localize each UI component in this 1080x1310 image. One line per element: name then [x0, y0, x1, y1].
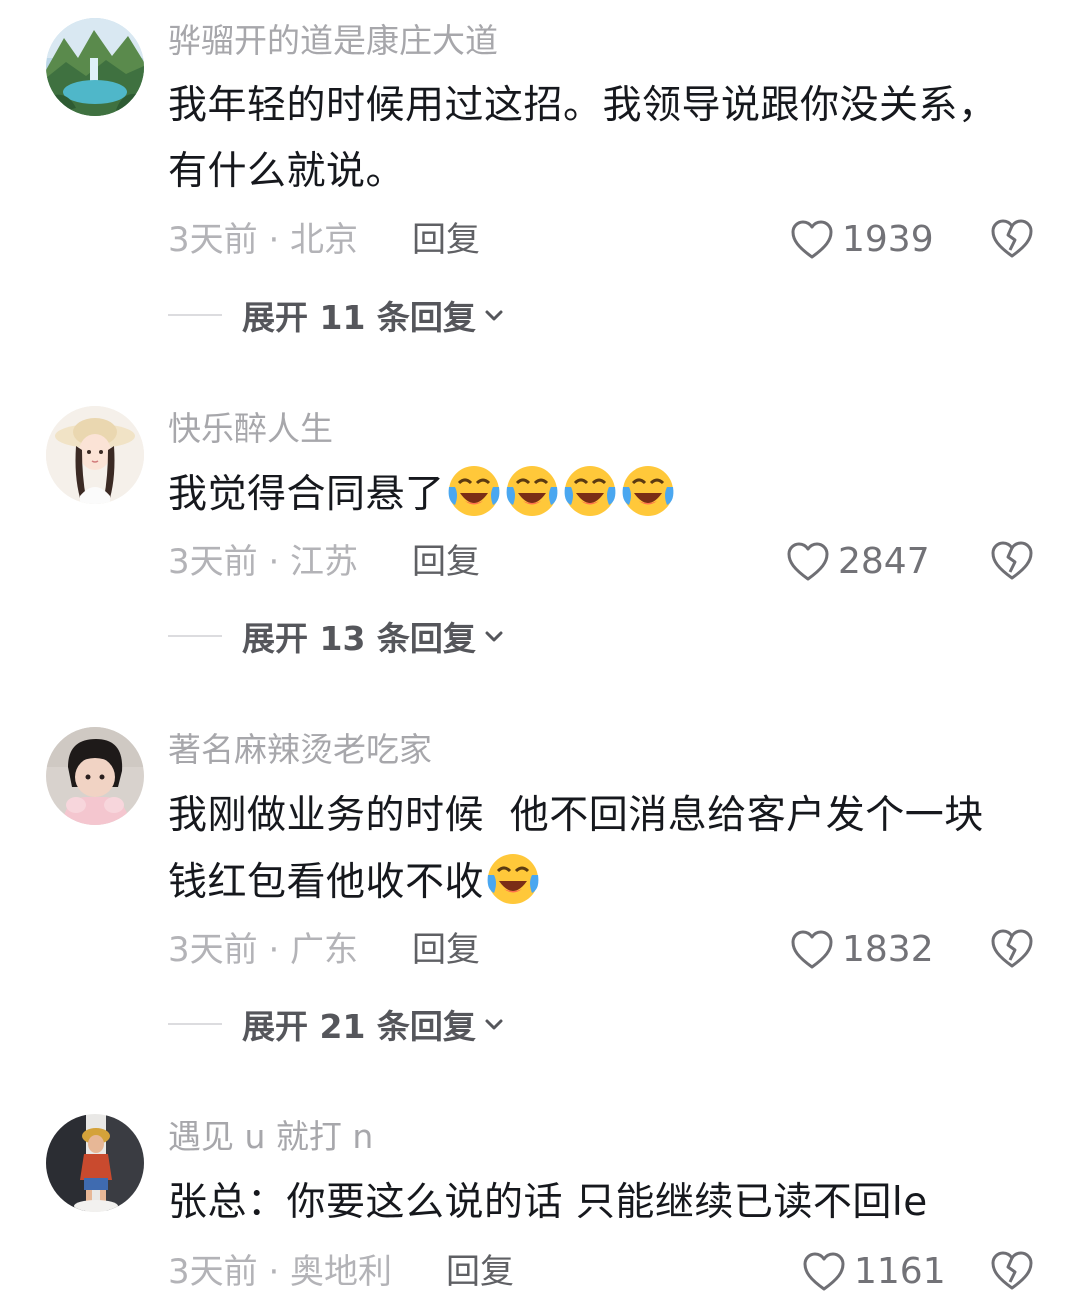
laughing-tears-emoji-icon [622, 466, 673, 516]
like-button[interactable]: 1939 [790, 216, 934, 264]
laughing-tears-emoji-icon [564, 466, 615, 516]
comment-text: 我年轻的时候用过这招。我领导说跟你没关系， 有什么就说。 [168, 73, 1018, 205]
comment-time-location: 3天前 · 广东 [168, 930, 359, 970]
comment-text-line: 我刚做业务的时候 他不回消息给客户发个一块 [168, 793, 984, 838]
like-count: 2847 [838, 541, 930, 582]
comment-username[interactable]: 骅骝开的道是康庄大道 [168, 20, 498, 62]
comment-text-content: 我觉得合同悬了 [168, 472, 445, 517]
expand-replies-label: 展开 11 条回复 [242, 298, 476, 337]
like-count: 1161 [854, 1251, 946, 1292]
divider-line [168, 1023, 222, 1025]
like-count: 1939 [842, 219, 934, 260]
laughing-tears-emoji-icon [506, 466, 557, 516]
heart-outline-icon [791, 930, 833, 969]
comment-time-location: 3天前 · 江苏 [168, 542, 359, 582]
heart-outline-icon [787, 542, 829, 581]
heart-outline-icon [791, 220, 833, 259]
comment-text-line: 有什么就说。 [168, 149, 406, 194]
expand-replies-button[interactable]: 展开 11 条回复 [168, 293, 506, 337]
reply-button[interactable]: 回复 [412, 216, 480, 264]
comment-time-location: 3天前 · 奥地利 [168, 1252, 393, 1292]
chevron-down-icon [485, 1019, 503, 1030]
like-button[interactable]: 1832 [790, 926, 934, 974]
broken-heart-icon[interactable] [990, 928, 1034, 970]
comment-text: 张总：你要这么说的话 只能继续已读不回le [168, 1170, 1018, 1236]
reply-button[interactable]: 回复 [412, 538, 480, 586]
comment-text: 我觉得合同悬了 [168, 461, 1018, 528]
comment-text: 我刚做业务的时候 他不回消息给客户发个一块 钱红包看他收不收 [168, 783, 1018, 916]
user-avatar[interactable] [46, 18, 144, 116]
broken-heart-icon[interactable] [990, 540, 1034, 582]
comment-text-content: 钱红包看他收不收 [168, 860, 485, 905]
expand-replies-label: 展开 13 条回复 [242, 619, 476, 658]
user-avatar[interactable] [46, 1114, 144, 1212]
comment-text-line: 钱红包看他收不收 [168, 849, 1018, 916]
girl-with-hat-avatar-icon [46, 406, 144, 504]
expand-replies-label: 展开 21 条回复 [242, 1007, 476, 1046]
broken-heart-icon[interactable] [990, 1250, 1034, 1292]
comment-username[interactable]: 快乐醉人生 [168, 408, 333, 450]
reply-button[interactable]: 回复 [446, 1248, 514, 1296]
divider-line [168, 635, 222, 637]
landscape-avatar-icon [46, 18, 144, 116]
like-button[interactable]: 2847 [786, 538, 930, 586]
user-avatar[interactable] [46, 406, 144, 504]
comment-username[interactable]: 著名麻辣烫老吃家 [168, 729, 432, 771]
comment-text-line: 张总：你要这么说的话 只能继续已读不回le [168, 1180, 928, 1225]
comment-time-location: 3天前 · 北京 [168, 220, 359, 260]
child-photo-avatar-icon [46, 727, 144, 825]
comment-username[interactable]: 遇见 u 就打 n [168, 1116, 373, 1158]
user-avatar[interactable] [46, 727, 144, 825]
expand-replies-button[interactable]: 展开 13 条回复 [168, 614, 506, 658]
laughing-tears-emoji-icon [448, 466, 499, 516]
comment-text-line: 我年轻的时候用过这招。我领导说跟你没关系， [168, 83, 998, 128]
figure-avatar-icon [46, 1114, 144, 1212]
laughing-tears-emoji-icon [487, 854, 539, 904]
reply-button[interactable]: 回复 [412, 926, 480, 974]
broken-heart-icon[interactable] [990, 218, 1034, 260]
expand-replies-button[interactable]: 展开 21 条回复 [168, 1002, 506, 1046]
like-count: 1832 [842, 929, 934, 970]
like-button[interactable]: 1161 [802, 1248, 946, 1296]
comment-text-line: 我觉得合同悬了 [168, 461, 1018, 528]
heart-outline-icon [803, 1252, 845, 1291]
chevron-down-icon [485, 310, 503, 321]
divider-line [168, 314, 222, 316]
chevron-down-icon [485, 631, 503, 642]
